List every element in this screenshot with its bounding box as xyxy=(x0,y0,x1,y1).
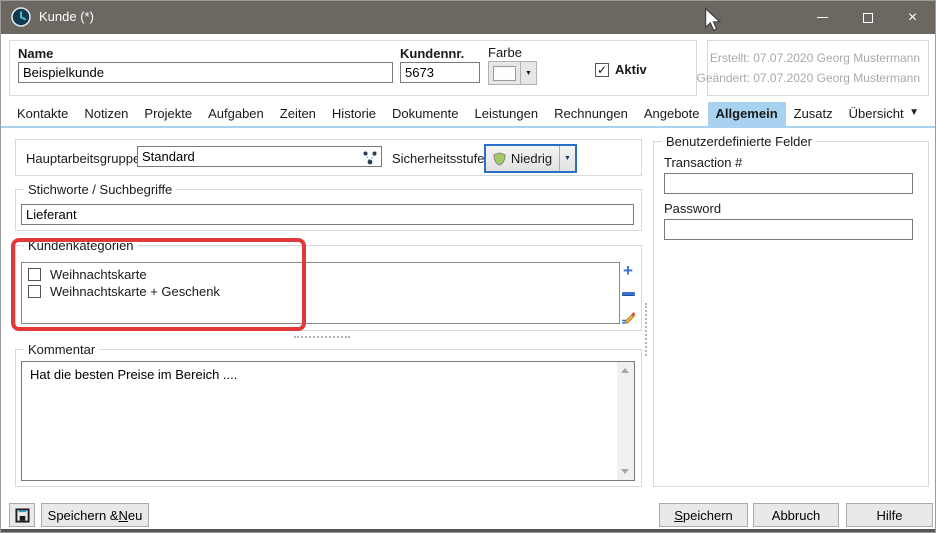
tab-zusatz[interactable]: Zusatz xyxy=(786,102,841,126)
scroll-down-icon[interactable] xyxy=(621,469,629,474)
name-input[interactable] xyxy=(18,62,393,83)
farbe-label: Farbe xyxy=(488,45,522,60)
kundennr-label: Kundennr. xyxy=(400,46,464,61)
clock-app-icon xyxy=(11,7,31,27)
kundennr-input[interactable] xyxy=(400,62,480,83)
shield-icon xyxy=(493,152,506,166)
sicherheitsstufe-dropdown-button[interactable]: ▼ xyxy=(559,146,575,171)
farbe-color-picker[interactable]: ▼ xyxy=(488,61,537,85)
tab-uebersicht[interactable]: Übersicht xyxy=(841,102,912,126)
benutzerdefinierte-felder-group: Benutzerdefinierte Felder Transaction # … xyxy=(653,141,929,487)
window-title: Kunde (*) xyxy=(39,9,94,24)
tab-aufgaben[interactable]: Aufgaben xyxy=(200,102,272,126)
minimize-button[interactable] xyxy=(800,1,845,34)
kategorie-label-1: Weihnachtskarte xyxy=(50,267,147,282)
name-label: Name xyxy=(18,46,53,61)
minimize-icon xyxy=(817,17,828,18)
close-button[interactable]: × xyxy=(890,1,935,34)
workgroup-picker-icon[interactable] xyxy=(362,150,378,166)
modified-text: Geändert: 07.07.2020 Georg Mustermann xyxy=(697,68,920,88)
window-bottom-edge xyxy=(1,529,935,532)
tab-rechnungen[interactable]: Rechnungen xyxy=(546,102,636,126)
save-button[interactable]: Speichern xyxy=(659,503,748,527)
maximize-icon xyxy=(863,13,873,23)
tab-kontakte[interactable]: Kontakte xyxy=(9,102,76,126)
aktiv-checkbox[interactable] xyxy=(595,63,609,77)
cancel-button[interactable]: Abbruch xyxy=(753,503,839,527)
password-label: Password xyxy=(664,201,721,216)
kategorie-label-2: Weihnachtskarte + Geschenk xyxy=(50,284,220,299)
chevron-down-icon: ▼ xyxy=(525,70,532,77)
kunde-dialog-window: Kunde (*) × Name Kundennr. Farbe ▼ Aktiv xyxy=(0,0,936,533)
list-item[interactable]: Weihnachtskarte xyxy=(22,266,619,283)
add-category-button[interactable]: + xyxy=(623,264,633,278)
quick-save-button[interactable] xyxy=(9,503,35,527)
list-item[interactable]: Weihnachtskarte + Geschenk xyxy=(22,283,619,300)
sicherheitsstufe-label: Sicherheitsstufe xyxy=(392,151,485,166)
tab-overflow-icon[interactable]: ▼ xyxy=(909,107,919,118)
help-button[interactable]: Hilfe xyxy=(846,503,933,527)
tab-historie[interactable]: Historie xyxy=(324,102,384,126)
hauptarbeitsgruppe-input[interactable] xyxy=(137,146,382,167)
tab-bar: Kontakte Notizen Projekte Aufgaben Zeite… xyxy=(9,102,912,126)
sicherheitsstufe-dropdown[interactable]: Niedrig ▼ xyxy=(484,144,577,173)
stichworte-label: Stichworte / Suchbegriffe xyxy=(24,182,176,197)
tab-zeiten[interactable]: Zeiten xyxy=(272,102,324,126)
aktiv-label: Aktiv xyxy=(615,62,647,77)
horizontal-splitter-dots[interactable] xyxy=(294,336,350,338)
tab-underline xyxy=(1,126,935,128)
floppy-disk-icon xyxy=(15,508,30,523)
kategorie-checkbox-2[interactable] xyxy=(28,285,41,298)
color-swatch xyxy=(493,66,516,81)
tab-leistungen[interactable]: Leistungen xyxy=(466,102,546,126)
kommentar-group: Kommentar Hat die besten Preise im Berei… xyxy=(15,349,642,487)
audit-info-group: Erstellt: 07.07.2020 Georg Mustermann Ge… xyxy=(707,40,929,96)
transaction-input[interactable] xyxy=(664,173,913,194)
kategorien-listbox[interactable]: Weihnachtskarte Weihnachtskarte + Gesche… xyxy=(21,262,620,324)
color-swatch-button[interactable] xyxy=(488,61,521,85)
edit-categories-button[interactable] xyxy=(620,310,636,326)
tab-notizen[interactable]: Notizen xyxy=(76,102,136,126)
kundenkategorien-group: Kundenkategorien Weihnachtskarte Weihnac… xyxy=(15,245,642,331)
sicherheitsstufe-value: Niedrig xyxy=(511,151,552,166)
vertical-splitter-dots[interactable] xyxy=(645,303,647,356)
maximize-button[interactable] xyxy=(845,1,890,34)
tab-allgemein[interactable]: Allgemein xyxy=(708,102,786,126)
transaction-label: Transaction # xyxy=(664,155,742,170)
stichworte-input[interactable] xyxy=(21,204,634,225)
chevron-down-icon: ▼ xyxy=(564,155,571,162)
tab-angebote[interactable]: Angebote xyxy=(636,102,708,126)
save-and-new-button[interactable]: Speichern & Neu xyxy=(41,503,149,527)
scroll-up-icon[interactable] xyxy=(621,368,629,373)
kategorie-checkbox-1[interactable] xyxy=(28,268,41,281)
titlebar: Kunde (*) × xyxy=(1,1,935,34)
color-dropdown-button[interactable]: ▼ xyxy=(521,61,537,85)
kommentar-textarea[interactable]: Hat die besten Preise im Bereich .... xyxy=(22,362,617,480)
kommentar-label: Kommentar xyxy=(24,342,99,357)
created-text: Erstellt: 07.07.2020 Georg Mustermann xyxy=(697,48,920,68)
kommentar-scrollbar[interactable] xyxy=(617,362,634,480)
tab-projekte[interactable]: Projekte xyxy=(136,102,200,126)
benutzerdefinierte-felder-label: Benutzerdefinierte Felder xyxy=(662,134,816,149)
stichworte-group: Stichworte / Suchbegriffe xyxy=(15,189,642,231)
kundenkategorien-label: Kundenkategorien xyxy=(24,238,138,253)
hauptarbeitsgruppe-label: Hauptarbeitsgruppe xyxy=(26,151,140,166)
password-input[interactable] xyxy=(664,219,913,240)
remove-category-button[interactable] xyxy=(622,292,635,296)
mouse-cursor xyxy=(704,7,722,33)
close-icon: × xyxy=(908,10,917,26)
tab-dokumente[interactable]: Dokumente xyxy=(384,102,466,126)
workgroup-security-group: Hauptarbeitsgruppe Sicherheitsstufe Nied… xyxy=(15,139,642,176)
customer-header-group: Name Kundennr. Farbe ▼ Aktiv xyxy=(9,40,697,96)
